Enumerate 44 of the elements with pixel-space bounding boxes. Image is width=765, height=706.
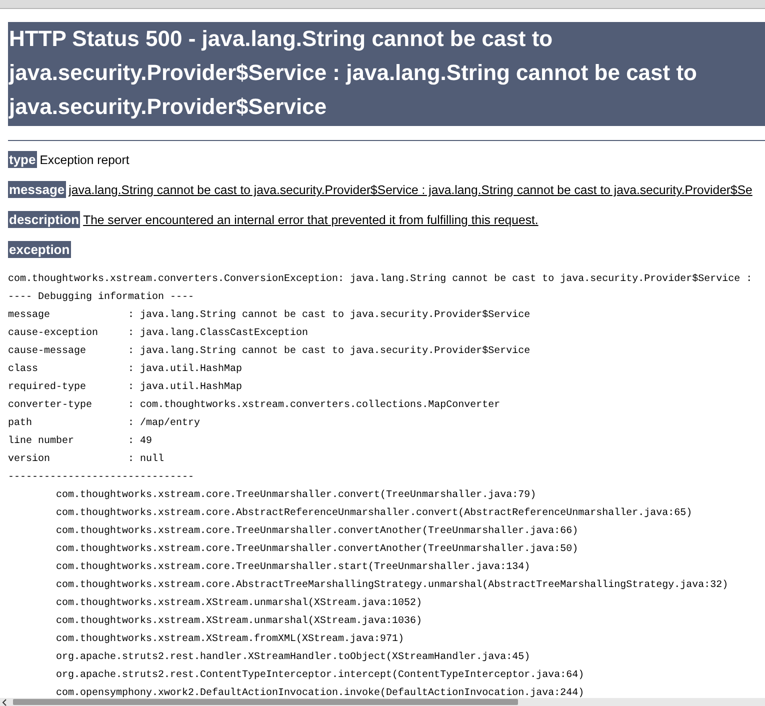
debug-value: : java.lang.ClassCastException [128, 328, 308, 339]
debug-key: version [8, 451, 128, 469]
field-label: exception [8, 241, 71, 258]
stack-frame: com.opensymphony.xwork2.DefaultActionInvocation.invoke(DefaultActionInvocation.java:244) [8, 685, 765, 698]
debug-key: line number [8, 433, 128, 451]
debug-value: : null [128, 454, 164, 465]
error-title: HTTP Status 500 - java.lang.String cannot be cast to java.security.Provider$Service : java.lang.String cannot be cast to java.security.Provider$Service [8, 22, 765, 126]
field-label: message [8, 181, 66, 198]
stack-frame: com.thoughtworks.xstream.XStream.fromXML(XStream.java:971) [8, 631, 765, 649]
field-value: java.lang.String cannot be cast to java.security.Provider$Service : java.lang.String cannot be cast to java.security.Provider$Se [68, 183, 752, 197]
debug-value: : 49 [128, 436, 152, 447]
debug-key: message [8, 307, 128, 325]
exception-text: com.thoughtworks.xstream.converters.ConversionException: java.lang.String cannot be cast to java.security.Provider$Service : [8, 272, 754, 287]
debug-value: : java.lang.String cannot be cast to java.security.Provider$Service [128, 310, 530, 321]
debug-value: : java.lang.String cannot be cast to java.security.Provider$Service [128, 346, 530, 357]
stack-frame: com.thoughtworks.xstream.XStream.unmarshal(XStream.java:1052) [8, 595, 765, 613]
exception-text: ---- Debugging information ---- [8, 290, 196, 305]
field-label: description [8, 211, 80, 228]
stack-frame: org.apache.struts2.rest.ContentTypeInterceptor.intercept(ContentTypeInterceptor.java:64) [8, 667, 765, 685]
stack-frame: com.thoughtworks.xstream.core.TreeUnmarshaller.convertAnother(TreeUnmarshaller.java:50) [8, 541, 765, 559]
stack-frame: com.thoughtworks.xstream.core.TreeUnmarshaller.start(TreeUnmarshaller.java:134) [8, 559, 765, 577]
stack-frame: com.thoughtworks.xstream.core.TreeUnmarshaller.convert(TreeUnmarshaller.java:79) [8, 487, 765, 505]
stack-frame: com.thoughtworks.xstream.core.AbstractTreeMarshallingStrategy.unmarshal(AbstractTreeMarshallingStrategy.java:32) [8, 577, 765, 595]
stack-frame: com.thoughtworks.xstream.core.TreeUnmarshaller.convertAnother(TreeUnmarshaller.java:66) [8, 523, 765, 541]
horizontal-scrollbar[interactable] [0, 698, 765, 706]
field-label: type [8, 151, 37, 168]
debug-key: path [8, 415, 128, 433]
field-value: Exception report [40, 153, 130, 167]
debug-key: converter-type [8, 397, 128, 415]
debug-value: : java.util.HashMap [128, 364, 242, 375]
exception-text: ------------------------------- [8, 471, 196, 485]
scrollbar-thumb[interactable] [13, 699, 518, 705]
debug-value: : java.util.HashMap [128, 382, 242, 393]
stack-frame: com.thoughtworks.xstream.XStream.unmarshal(XStream.java:1036) [8, 613, 765, 631]
debug-value: : /map/entry [128, 418, 200, 429]
field-value: The server encountered an internal error that prevented it from fulfilling this request. [83, 213, 538, 227]
stack-frame: com.thoughtworks.xstream.core.AbstractReferenceUnmarshaller.convert(AbstractReferenceUnmarshaller.java:65) [8, 505, 765, 523]
debug-key: cause-message [8, 343, 128, 361]
debug-value: : com.thoughtworks.xstream.converters.collections.MapConverter [128, 400, 500, 411]
debug-key: class [8, 361, 128, 379]
stack-frame: org.apache.struts2.rest.handler.XStreamHandler.toObject(XStreamHandler.java:45) [8, 649, 765, 667]
scroll-left-icon[interactable] [2, 698, 7, 706]
debug-key: required-type [8, 379, 128, 397]
debug-key: cause-exception [8, 325, 128, 343]
